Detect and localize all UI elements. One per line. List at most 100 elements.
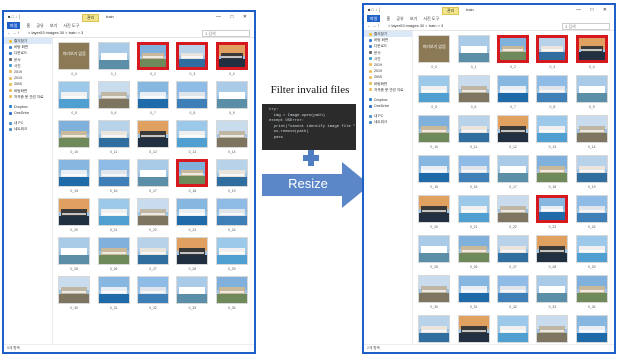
thumbnail-item[interactable]: 0_2	[135, 42, 171, 81]
thumbnail-item[interactable]: 0_8	[534, 75, 570, 115]
thumbnail-item[interactable]: 0_2	[495, 35, 531, 75]
manage-tab[interactable]: 관리	[82, 14, 100, 22]
manage-tab[interactable]: 관리	[442, 7, 460, 15]
thumbnail-item[interactable]: 0_6	[95, 81, 131, 120]
thumbnail-item[interactable]: 0_9	[574, 75, 610, 115]
window-controls[interactable]: — □ ✕	[576, 5, 611, 15]
thumbnail-item[interactable]: 0_20	[56, 198, 92, 237]
thumbnail-item[interactable]: 0_30	[56, 276, 92, 315]
thumbnail-item[interactable]: 0_31	[95, 276, 131, 315]
thumbnail-item[interactable]: 0_5	[56, 81, 92, 120]
ribbon-tab-picture-tools[interactable]: 사진 도구	[423, 16, 439, 21]
sidebar-item[interactable]: 자격증 봇 관련 자료	[364, 87, 412, 93]
thumbnail-item[interactable]: 0_33	[534, 275, 570, 315]
thumb-ground	[576, 132, 607, 142]
thumbnail-item[interactable]: 0_23	[534, 195, 570, 235]
file-tab[interactable]: 파일	[367, 15, 381, 22]
thumbnail-item[interactable]: 0_18	[174, 159, 210, 198]
ribbon-tab-view[interactable]: 보기	[410, 16, 417, 21]
thumbnail-item[interactable]: 0_28	[534, 235, 570, 275]
quick-access-toolbar[interactable]: ■ □ ↓ │	[8, 12, 21, 22]
thumbnail-item[interactable]: 0_8	[174, 81, 210, 120]
ribbon-tab-picture-tools[interactable]: 사진 도구	[63, 23, 79, 28]
search-input[interactable]: 3 검색	[562, 23, 610, 30]
quick-access-toolbar[interactable]: ■ □ ↓ │	[368, 5, 381, 15]
thumbnail-item[interactable]: 0_4	[574, 35, 610, 75]
thumbnail-item[interactable]: 0_25	[56, 237, 92, 276]
thumb-ground	[216, 254, 247, 264]
sidebar-item[interactable]: 네트워크	[4, 126, 52, 132]
thumbnail-item[interactable]: 0_24	[574, 195, 610, 235]
thumbnail-item[interactable]: 0_29	[574, 235, 610, 275]
thumbnail-item[interactable]: 0_26	[95, 237, 131, 276]
thumbnail-item[interactable]: 0_1	[455, 35, 491, 75]
thumbnail-item[interactable]: 0_26	[455, 235, 491, 275]
thumbnail-item[interactable]: 0_27	[135, 237, 171, 276]
navigation-arrows-icon[interactable]: ← → ↑	[367, 22, 379, 30]
thumbnail-item[interactable]: 0_7	[135, 81, 171, 120]
thumbnail-item[interactable]: 0_28	[174, 237, 210, 276]
thumbnail-item[interactable]: 미리보기 없음 0_0	[416, 35, 452, 75]
thumbnail-item[interactable]: 0_22	[495, 195, 531, 235]
thumbnail-item[interactable]: 0_9	[214, 81, 250, 120]
thumbnail-item[interactable]: 0_20	[416, 195, 452, 235]
thumbnail-item[interactable]: 0_16	[95, 159, 131, 198]
thumbnail-item[interactable]: 0_22	[135, 198, 171, 237]
thumbnail-item[interactable]: 0_25	[416, 235, 452, 275]
thumbnail-item[interactable]: 0_14	[574, 115, 610, 155]
thumbnail-item[interactable]: 0_10	[416, 115, 452, 155]
search-input[interactable]: 3 검색	[202, 30, 250, 37]
thumbnail-item[interactable]: 0_23	[174, 198, 210, 237]
thumbnail-item[interactable]: 0_10	[56, 120, 92, 159]
thumbnail-item[interactable]: 0_24	[214, 198, 250, 237]
thumbnail-item[interactable]: 0_6	[455, 75, 491, 115]
ribbon-tab-home[interactable]: 홈	[27, 23, 31, 28]
thumbnail-item[interactable]: 0_34	[574, 275, 610, 315]
thumbnail-item[interactable]: 0_11	[455, 115, 491, 155]
thumbnail-item[interactable]: 0_32	[135, 276, 171, 315]
ribbon-tab-share[interactable]: 공유	[396, 16, 403, 21]
ribbon-tab-view[interactable]: 보기	[50, 23, 57, 28]
thumbnail-item[interactable]: 0_31	[455, 275, 491, 315]
thumbnail-item[interactable]: 0_19	[574, 155, 610, 195]
thumbnail-item[interactable]: 0_13	[174, 120, 210, 159]
thumbnail-item[interactable]: 0_30	[416, 275, 452, 315]
sidebar-item[interactable]: OneDrive	[364, 103, 412, 109]
thumbnail-item[interactable]: 0_33	[174, 276, 210, 315]
ribbon-tab-share[interactable]: 공유	[36, 23, 43, 28]
thumbnail-item[interactable]: 0_3	[174, 42, 210, 81]
thumbnail-item[interactable]: 0_11	[95, 120, 131, 159]
window-controls[interactable]: — □ ✕	[216, 12, 251, 22]
thumbnail-item[interactable]: 0_17	[135, 159, 171, 198]
thumbnail-item[interactable]: 0_34	[214, 276, 250, 315]
thumbnail-item[interactable]: 0_7	[495, 75, 531, 115]
thumbnail-item[interactable]: 0_21	[455, 195, 491, 235]
thumbnail-item[interactable]: 0_16	[455, 155, 491, 195]
thumbnail-item[interactable]: 0_17	[495, 155, 531, 195]
sidebar-item[interactable]: 자격증 봇 관련 자료	[4, 94, 52, 100]
thumbnail-item[interactable]: 0_4	[214, 42, 250, 81]
thumbnail-item[interactable]: 0_21	[95, 198, 131, 237]
thumbnail-item[interactable]: 0_18	[534, 155, 570, 195]
navigation-arrows-icon[interactable]: ← → ↑	[7, 29, 19, 37]
thumbnail-item[interactable]: 0_32	[495, 275, 531, 315]
thumbnail-item[interactable]: 0_29	[214, 237, 250, 276]
thumbnail-item[interactable]: 0_15	[416, 155, 452, 195]
thumbnail-item[interactable]: 0_13	[534, 115, 570, 155]
sidebar-item[interactable]: 네트워크	[364, 119, 412, 125]
thumbnail-item[interactable]: 0_3	[534, 35, 570, 75]
thumbnail-item[interactable]: 0_1	[95, 42, 131, 81]
thumbnail-item[interactable]: 0_27	[495, 235, 531, 275]
thumbnail-item[interactable]: 0_15	[56, 159, 92, 198]
thumbnail-item[interactable]: 0_12	[135, 120, 171, 159]
address-path[interactable]: > layer53 images 30 > train > 3	[28, 29, 83, 37]
thumbnail-item[interactable]: 0_19	[214, 159, 250, 198]
ribbon-tab-home[interactable]: 홈	[387, 16, 391, 21]
thumbnail-item[interactable]: 0_5	[416, 75, 452, 115]
thumbnail-item[interactable]: 0_12	[495, 115, 531, 155]
file-tab[interactable]: 파일	[7, 22, 21, 29]
thumbnail-item[interactable]: 미리보기 없음 0_0	[56, 42, 92, 81]
address-path[interactable]: > layer53 images 30 > train > 3	[388, 22, 443, 30]
thumbnail-item[interactable]: 0_14	[214, 120, 250, 159]
sidebar-item[interactable]: OneDrive	[4, 110, 52, 116]
